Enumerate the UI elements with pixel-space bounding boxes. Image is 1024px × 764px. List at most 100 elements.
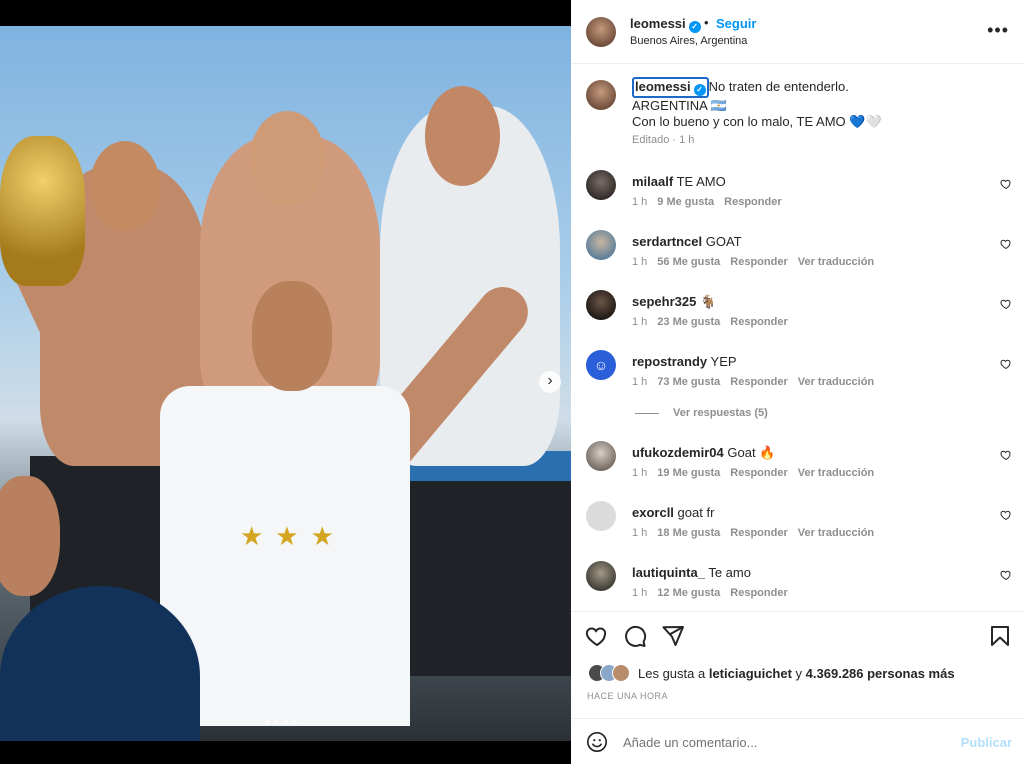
liker-avatar bbox=[612, 664, 630, 682]
commenter-avatar[interactable] bbox=[586, 170, 616, 200]
comment-time: 1 h bbox=[632, 256, 648, 268]
comment-likes[interactable]: 23 Me gusta bbox=[657, 316, 720, 328]
comment-likes[interactable]: 19 Me gusta bbox=[657, 467, 720, 479]
comment-text: serdartncel GOAT bbox=[632, 234, 742, 249]
caption-avatar[interactable] bbox=[586, 80, 616, 110]
commenter-username[interactable]: milaalf bbox=[632, 174, 673, 189]
commenter-avatar[interactable] bbox=[586, 561, 616, 591]
like-heart-icon[interactable] bbox=[585, 624, 609, 648]
carousel-dot[interactable] bbox=[265, 720, 270, 725]
comment-text: ufukozdemir04 Goat 🔥 bbox=[632, 445, 775, 461]
save-bookmark-icon[interactable] bbox=[988, 624, 1012, 651]
comment-likes[interactable]: 56 Me gusta bbox=[657, 256, 720, 268]
liker-username[interactable]: leticiaguichet bbox=[709, 666, 792, 681]
author-username-text[interactable]: leomessi bbox=[630, 16, 686, 31]
comment-row: exorcll goat fr 1 h 18 Me gusta Responder V… bbox=[571, 501, 1024, 561]
reply-button[interactable]: Responder bbox=[730, 467, 787, 479]
post-photo[interactable]: ★★★ bbox=[0, 26, 571, 741]
comment-likes[interactable]: 18 Me gusta bbox=[657, 527, 720, 539]
like-comment-heart-icon[interactable] bbox=[1000, 178, 1012, 190]
comment-time: 1 h bbox=[632, 316, 648, 328]
comment-bubble-icon[interactable] bbox=[623, 624, 647, 648]
commenter-username[interactable]: sepehr325 bbox=[632, 294, 696, 309]
like-comment-heart-icon[interactable] bbox=[1000, 449, 1012, 461]
like-comment-heart-icon[interactable] bbox=[1000, 298, 1012, 310]
likes-conjunction: y bbox=[795, 665, 803, 681]
player-center-head bbox=[250, 111, 325, 206]
like-comment-heart-icon[interactable] bbox=[1000, 569, 1012, 581]
commenter-username[interactable]: lautiquinta_ bbox=[632, 565, 705, 580]
more-options-icon[interactable]: ••• bbox=[987, 20, 1009, 41]
commenter-username[interactable]: ufukozdemir04 bbox=[632, 445, 724, 460]
reply-button[interactable]: Responder bbox=[730, 316, 787, 328]
likes-count[interactable]: 4.369.286 personas más bbox=[806, 666, 955, 681]
messi-head bbox=[252, 281, 332, 391]
reply-button[interactable]: Responder bbox=[730, 587, 787, 599]
commenter-avatar[interactable]: ☺ bbox=[586, 350, 616, 380]
caption-edited: Editado · 1 h bbox=[632, 134, 695, 146]
fan-head bbox=[0, 476, 60, 596]
comment-text: lautiquinta_ Te amo bbox=[632, 565, 751, 580]
reply-button[interactable]: Responder bbox=[730, 527, 787, 539]
bookmark-icon[interactable] bbox=[988, 624, 1012, 648]
view-replies-label[interactable]: Ver respuestas (5) bbox=[673, 407, 768, 419]
carousel-dot[interactable] bbox=[283, 720, 288, 725]
stars-icon: ★★★ bbox=[240, 521, 346, 551]
caption-line-2: ARGENTINA 🇦🇷 bbox=[632, 98, 727, 113]
reply-button[interactable]: Responder bbox=[730, 256, 787, 268]
like-comment-heart-icon[interactable] bbox=[1000, 238, 1012, 250]
player-right-head bbox=[425, 86, 500, 186]
reply-button[interactable]: Responder bbox=[730, 376, 787, 388]
publish-button[interactable]: Publicar bbox=[961, 735, 1012, 750]
comment-likes[interactable]: 12 Me gusta bbox=[657, 587, 720, 599]
likes-prefix: Les gusta a bbox=[638, 665, 706, 681]
likes-summary[interactable]: Les gusta a leticiaguichet y 4.369.286 p… bbox=[588, 664, 955, 682]
reply-button[interactable]: Responder bbox=[724, 196, 781, 208]
comment-body: Te amo bbox=[708, 565, 751, 580]
carousel-next-button[interactable]: › bbox=[539, 371, 561, 393]
commenter-avatar[interactable] bbox=[586, 501, 616, 531]
comment-body: GOAT bbox=[705, 234, 742, 249]
like-comment-heart-icon[interactable] bbox=[1000, 509, 1012, 521]
caption-username-text[interactable]: leomessi bbox=[635, 79, 691, 94]
see-translation-button[interactable]: Ver traducción bbox=[798, 256, 874, 268]
commenter-avatar[interactable] bbox=[586, 290, 616, 320]
author-username[interactable]: leomessi ✓ bbox=[630, 16, 701, 33]
comment-meta: 1 h 18 Me gusta Responder Ver traducción bbox=[632, 527, 884, 539]
comment-row: sepehr325 🐐 1 h 23 Me gusta Responder bbox=[571, 290, 1024, 350]
like-comment-heart-icon[interactable] bbox=[1000, 358, 1012, 370]
comment-likes[interactable]: 9 Me gusta bbox=[657, 196, 714, 208]
post-actions: Les gusta a leticiaguichet y 4.369.286 p… bbox=[571, 611, 1024, 718]
commenter-avatar[interactable] bbox=[586, 441, 616, 471]
post-location[interactable]: Buenos Aires, Argentina bbox=[630, 35, 747, 47]
see-translation-button[interactable]: Ver traducción bbox=[798, 376, 874, 388]
comment-row: ☺ repostrandy YEP 1 h 73 Me gusta Responde… bbox=[571, 350, 1024, 410]
see-translation-button[interactable]: Ver traducción bbox=[798, 527, 874, 539]
commenter-username[interactable]: exorcll bbox=[632, 505, 674, 520]
author-avatar[interactable] bbox=[586, 17, 616, 47]
world-cup-trophy bbox=[0, 136, 85, 286]
comments-section[interactable]: leomessi ✓ No traten de entenderlo. ARGENT… bbox=[571, 65, 1024, 611]
carousel-dot[interactable] bbox=[274, 720, 279, 725]
comment-input[interactable] bbox=[623, 731, 943, 753]
comment-time: 1 h bbox=[632, 527, 648, 539]
commenter-username[interactable]: serdartncel bbox=[632, 234, 702, 249]
comment-likes[interactable]: 73 Me gusta bbox=[657, 376, 720, 388]
commenter-avatar[interactable] bbox=[586, 230, 616, 260]
caption-username[interactable]: leomessi ✓ bbox=[632, 77, 709, 98]
post-sidebar: leomessi ✓ • Seguir Buenos Aires, Argenti… bbox=[571, 0, 1024, 764]
view-replies-button[interactable]: Ver respuestas (5) bbox=[635, 407, 768, 419]
carousel-dot[interactable] bbox=[292, 720, 297, 725]
commenter-username[interactable]: repostrandy bbox=[632, 354, 707, 369]
see-translation-button[interactable]: Ver traducción bbox=[798, 467, 874, 479]
comment-meta: 1 h 23 Me gusta Responder bbox=[632, 316, 798, 328]
caption-line-3: Con lo bueno y con lo malo, TE AMO 💙🤍 bbox=[632, 114, 882, 129]
share-send-icon[interactable] bbox=[661, 624, 685, 648]
comment-row: ufukozdemir04 Goat 🔥 1 h 19 Me gusta Respo… bbox=[571, 441, 1024, 501]
liker-avatars bbox=[588, 664, 630, 682]
post-timestamp[interactable]: HACE UNA HORA bbox=[587, 691, 668, 701]
follow-button[interactable]: Seguir bbox=[716, 16, 756, 31]
comment-time: 1 h bbox=[632, 196, 648, 208]
emoji-icon[interactable] bbox=[586, 731, 608, 753]
header-separator: • bbox=[704, 15, 709, 30]
